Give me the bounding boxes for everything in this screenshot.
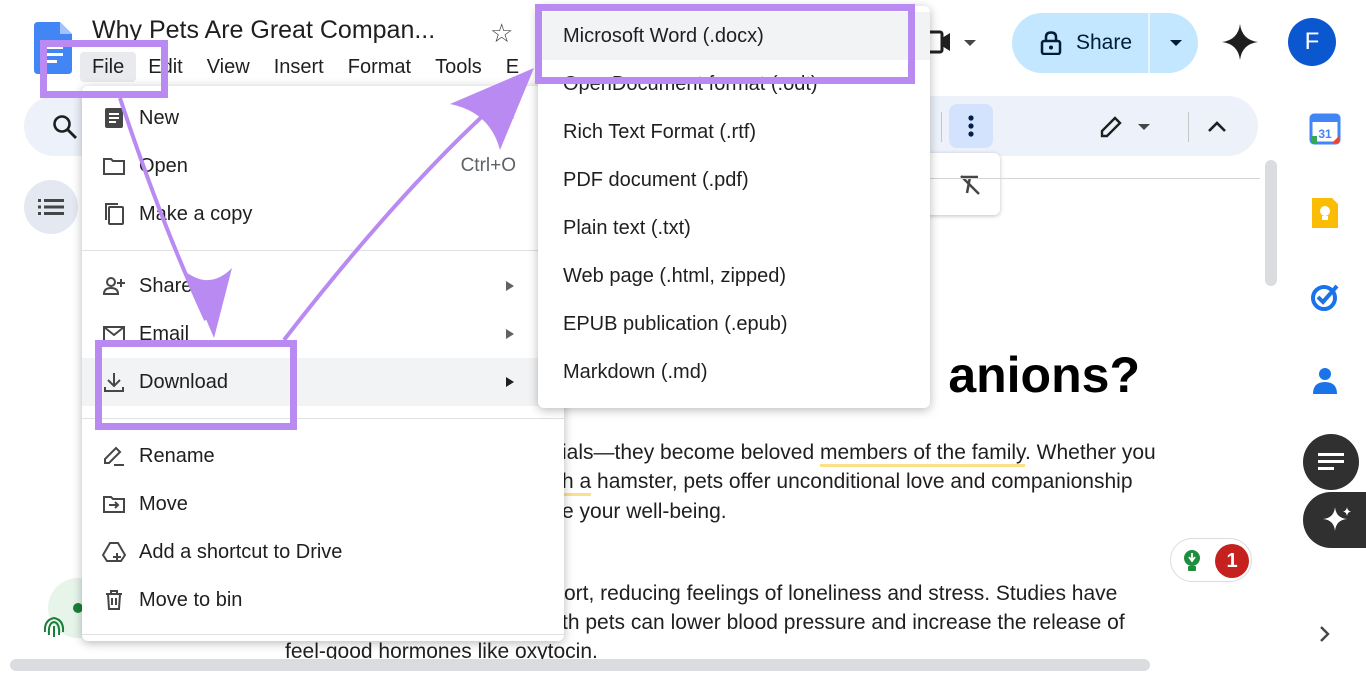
notes-panel-button[interactable]: [1303, 434, 1359, 490]
submenu-arrow-icon: [506, 329, 514, 339]
menu-item-label: New: [139, 106, 180, 129]
avatar[interactable]: F: [1288, 18, 1336, 66]
lock-icon: [1040, 31, 1062, 55]
share-dropdown-icon[interactable]: [1168, 35, 1184, 51]
doc-text-underlined: members of the family: [819, 441, 1025, 467]
doc-text-segment: hamster, pets offer unconditional love a…: [591, 470, 1133, 493]
menu-item-shortcut: Ctrl+O: [460, 155, 516, 176]
doc-paragraph-line-4[interactable]: ort, reducing feelings of loneliness and…: [564, 579, 1117, 608]
submenu-arrow-icon: [506, 113, 514, 123]
sparkle-icon: [1323, 507, 1351, 531]
share-person-icon: [102, 277, 125, 295]
menu-item-label: Add a shortcut to Drive: [139, 540, 343, 563]
download-md[interactable]: Markdown (.md): [538, 348, 930, 396]
doc-paragraph-line-1[interactable]: ials—they become beloved members of the …: [562, 438, 1156, 467]
annotation-box-docx: [535, 4, 915, 84]
annotation-box-download: [95, 340, 297, 430]
menu-item-label: Open: [139, 154, 188, 177]
doc-paragraph-line-5[interactable]: th pets can lower blood pressure and inc…: [562, 608, 1125, 637]
file-menu-move-to-bin[interactable]: Move to bin: [82, 576, 564, 624]
file-menu-new[interactable]: New: [82, 94, 564, 142]
contacts-icon[interactable]: [1308, 364, 1342, 398]
calendar-icon[interactable]: 31: [1308, 112, 1342, 146]
search-icon[interactable]: [52, 114, 78, 140]
folder-icon: [103, 158, 125, 175]
document-outline-button[interactable]: [24, 180, 78, 234]
rename-icon: [104, 446, 124, 466]
annotation-box-file: [40, 40, 168, 98]
menu-item-label: Move: [139, 492, 188, 515]
notes-icon: [1318, 453, 1344, 470]
menu-insert[interactable]: Insert: [262, 52, 336, 82]
copy-icon: [105, 203, 124, 225]
calendar-day: 31: [1318, 127, 1332, 141]
new-doc-icon: [105, 108, 123, 128]
submenu-arrow-icon: [506, 377, 514, 387]
suggestion-count-badge: 1: [1215, 544, 1249, 578]
gemini-sparkle-icon[interactable]: [1222, 24, 1258, 60]
menu-item-label: Make a copy: [139, 202, 253, 225]
download-epub[interactable]: EPUB publication (.epub): [538, 300, 930, 348]
download-txt[interactable]: Plain text (.txt): [538, 204, 930, 252]
download-rtf[interactable]: Rich Text Format (.rtf): [538, 108, 930, 156]
tasks-icon[interactable]: [1308, 280, 1342, 314]
clear-formatting-icon[interactable]: [958, 173, 982, 197]
file-menu-share[interactable]: Share: [82, 262, 564, 310]
submenu-arrow-icon: [506, 281, 514, 291]
toolbar-divider: [941, 112, 942, 142]
move-folder-icon: [103, 496, 125, 513]
drive-shortcut-icon: [102, 542, 126, 562]
menu-view[interactable]: View: [195, 52, 262, 82]
list-icon: [38, 199, 64, 215]
more-options-button[interactable]: [949, 104, 993, 148]
keep-icon[interactable]: [1308, 196, 1342, 230]
doc-text-segment: ials—they become beloved: [562, 441, 820, 464]
horizontal-scrollbar[interactable]: [10, 659, 1150, 671]
suggestions-chip[interactable]: 1: [1170, 538, 1252, 582]
file-menu-make-a-copy[interactable]: Make a copy: [82, 190, 564, 238]
chevron-up-icon[interactable]: [1206, 116, 1228, 138]
lightbulb-icon: [1184, 550, 1200, 571]
menu-item-label: Rename: [139, 444, 215, 467]
file-menu-rename[interactable]: Rename: [82, 432, 564, 480]
download-pdf[interactable]: PDF document (.pdf): [538, 156, 930, 204]
doc-text-segment: . Whether you: [1025, 441, 1156, 464]
gemini-panel-button[interactable]: [1303, 492, 1366, 548]
doc-paragraph-line-3[interactable]: e your well-being.: [562, 497, 727, 526]
vertical-scrollbar[interactable]: [1265, 160, 1277, 286]
chevron-right-icon[interactable]: [1314, 624, 1334, 644]
share-divider: [1148, 13, 1150, 73]
share-button[interactable]: Share: [1012, 13, 1198, 73]
toolbar-divider-right: [1188, 112, 1189, 142]
menu-item-label: Move to bin: [139, 588, 243, 611]
menu-tools[interactable]: Tools: [423, 52, 494, 82]
file-menu-move[interactable]: Move: [82, 480, 564, 528]
share-label: Share: [1076, 31, 1133, 54]
menu-item-label: Share: [139, 274, 193, 297]
bin-icon: [106, 590, 122, 610]
menu-separator: [82, 634, 564, 635]
star-icon[interactable]: ☆: [490, 18, 513, 49]
menu-format[interactable]: Format: [336, 52, 423, 82]
editing-mode-icon[interactable]: [1098, 114, 1160, 140]
more-vertical-icon: [968, 115, 974, 137]
doc-text-underlined: h a: [562, 470, 592, 496]
file-menu-add-shortcut[interactable]: Add a shortcut to Drive: [82, 528, 564, 576]
menu-extensions[interactable]: E: [494, 52, 531, 82]
fingerprint-icon[interactable]: [40, 612, 68, 640]
doc-paragraph-line-2[interactable]: h a hamster, pets offer unconditional lo…: [562, 467, 1133, 496]
download-html[interactable]: Web page (.html, zipped): [538, 252, 930, 300]
file-menu-open[interactable]: Open Ctrl+O: [82, 142, 564, 190]
menu-separator: [82, 250, 564, 251]
